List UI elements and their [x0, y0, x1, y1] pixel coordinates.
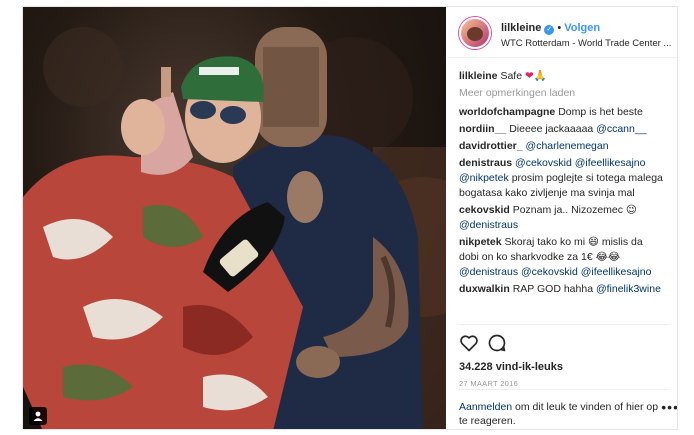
person-tag-icon	[33, 411, 43, 421]
comment-item: worldofchampagne Domp is het beste	[459, 105, 665, 120]
comment-mention[interactable]: @denistraus	[459, 219, 518, 231]
comment-item: nordiin__ Dieeee jackaaaaa @ccann__	[459, 122, 665, 137]
photo-illustration	[23, 27, 446, 429]
location-link[interactable]: WTC Rotterdam - World Trade Center ...	[501, 38, 671, 49]
comment-username[interactable]: nordiin__	[459, 123, 506, 135]
comment-text: Dieeee jackaaaaa	[509, 123, 597, 135]
avatar[interactable]	[459, 17, 491, 49]
user-tag-badge[interactable]	[29, 407, 47, 425]
caption-text: Safe	[500, 70, 523, 82]
comment-bubble-icon[interactable]	[487, 333, 507, 353]
comment-item: denistraus @cekovskid @ifeellikesajno @n…	[459, 156, 665, 201]
comment-username[interactable]: davidrottier_	[459, 140, 523, 152]
likes-count[interactable]: 34.228 vind-ik-leuks	[459, 361, 669, 373]
comment-item: duxwalkin RAP GOD hahha @finelik3wine	[459, 282, 665, 297]
follow-button[interactable]: Volgen	[564, 22, 600, 34]
comment-text: Domp is het beste	[558, 106, 643, 118]
comment-mention[interactable]: @charlenemegan	[526, 140, 609, 152]
header-separator: •	[557, 22, 562, 34]
caption-username[interactable]: lilkleine	[459, 70, 498, 82]
comment-username[interactable]: worldofchampagne	[459, 106, 555, 118]
comment-item: davidrottier_ @charlenemegan	[459, 139, 665, 154]
post-header: lilkleine ✓ • Volgen WTC Rotterdam - World …	[447, 7, 677, 58]
heart-outline-icon[interactable]	[459, 333, 479, 353]
comment-mention[interactable]: @finelik3wine	[596, 283, 661, 295]
login-link[interactable]: Aanmelden	[459, 401, 512, 413]
header-username[interactable]: lilkleine	[501, 22, 541, 34]
action-bar: 34.228 vind-ik-leuks 27 maart 2016	[459, 324, 669, 388]
comment-item: cekovskid Poznam ja.. Nizozemec 😉 @denis…	[459, 203, 665, 233]
comment-text: RAP GOD hahha	[512, 283, 596, 295]
load-more-comments-button[interactable]: Meer opmerkingen laden	[459, 86, 665, 101]
comment-username[interactable]: duxwalkin	[459, 283, 510, 295]
post-sidebar: lilkleine ✓ • Volgen WTC Rotterdam - World …	[447, 7, 677, 429]
comment-username[interactable]: nikpetek	[459, 236, 502, 248]
post-photo[interactable]	[23, 7, 446, 429]
comment-text: Poznam ja.. Nizozemec 😉	[512, 204, 637, 216]
comment-mention[interactable]: @denistraus @cekovskid @ifeellikesajno	[459, 266, 651, 278]
comments-list[interactable]: lilkleine Safe ❤🙏 Meer opmerkingen laden…	[459, 69, 665, 321]
caption-pray-emoji: 🙏	[533, 70, 547, 82]
caption: lilkleine Safe ❤🙏	[459, 69, 665, 84]
header-user-line: lilkleine ✓ • Volgen	[501, 22, 600, 35]
post-date: 27 maart 2016	[459, 379, 519, 388]
action-icons	[459, 333, 669, 355]
caption-heart-emoji: ❤	[524, 70, 534, 82]
comment-item: nikpetek Skoraj tako ko mi 😄 mislis da d…	[459, 235, 665, 280]
login-prompt: Aanmelden om dit leuk te vinden of hier …	[459, 389, 669, 428]
comment-username[interactable]: cekovskid	[459, 204, 510, 216]
comment-username[interactable]: denistraus	[459, 157, 512, 169]
comment-mention[interactable]: @ccann__	[596, 123, 646, 135]
more-options-icon[interactable]: •••	[661, 399, 677, 415]
verified-badge-icon: ✓	[544, 25, 555, 35]
instagram-post: lilkleine ✓ • Volgen WTC Rotterdam - World …	[22, 6, 678, 430]
